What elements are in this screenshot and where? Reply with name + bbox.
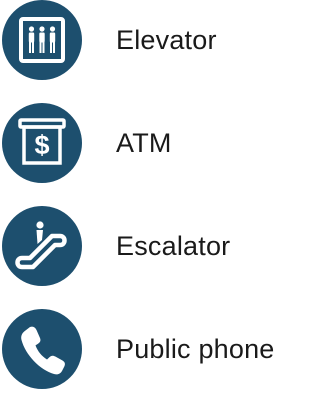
elevator-icon	[2, 0, 82, 80]
phone-icon	[2, 309, 82, 389]
escalator-icon	[2, 206, 82, 286]
legend-item-atm: $ ATM	[2, 103, 172, 183]
atm-icon: $	[2, 103, 82, 183]
svg-text:$: $	[34, 130, 49, 160]
legend-item-public-phone: Public phone	[2, 309, 275, 389]
legend-label-escalator: Escalator	[116, 230, 231, 261]
legend-label-atm: ATM	[116, 127, 172, 158]
legend-item-elevator: Elevator	[2, 0, 217, 80]
legend-label-public-phone: Public phone	[116, 333, 275, 364]
legend-item-escalator: Escalator	[2, 206, 230, 286]
legend-label-elevator: Elevator	[116, 24, 217, 55]
